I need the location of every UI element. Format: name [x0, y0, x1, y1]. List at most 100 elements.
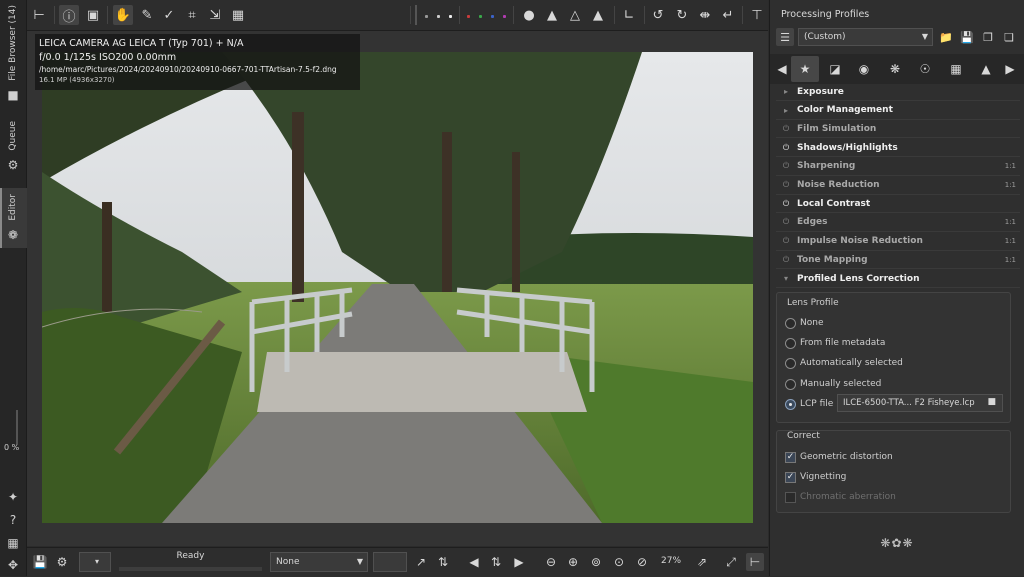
fullscreen-icon[interactable]: ✥ — [6, 558, 20, 572]
copy-profile-icon[interactable]: ❐ — [979, 28, 997, 46]
next-image-icon[interactable]: ▶ — [510, 553, 528, 571]
processing-profile-combo[interactable]: (Custom) ▼ — [798, 28, 933, 46]
clipped-highlights-icon[interactable]: ▲ — [588, 5, 608, 25]
geometric-distortion-checkbox[interactable]: ✓ — [785, 452, 796, 463]
clipped-shadows-icon[interactable]: △ — [565, 5, 585, 25]
paste-icon[interactable]: ⇅ — [434, 553, 452, 571]
previous-image-icon[interactable]: ◀ — [465, 553, 483, 571]
sync-icon[interactable]: ⇅ — [487, 553, 505, 571]
section-tone-mapping[interactable]: ⏻ Tone Mapping 1:1 — [776, 251, 1020, 270]
section-color-management[interactable]: ▸ Color Management — [776, 102, 1020, 120]
fullscreen-icon[interactable]: ⤢ — [722, 553, 740, 571]
tab-transform-icon[interactable]: ▦ — [942, 56, 970, 82]
straighten-icon[interactable]: ✓ — [159, 5, 179, 25]
folder-icon[interactable]: ■ — [6, 88, 20, 102]
dot-green-icon[interactable] — [479, 15, 482, 18]
chromatic-aberration-checkbox[interactable] — [785, 492, 796, 503]
flip-horizontal-icon[interactable]: ⇼ — [695, 5, 715, 25]
tab-queue[interactable]: Queue — [0, 116, 26, 156]
help-icon[interactable]: ? — [6, 513, 20, 527]
tab-advanced-icon[interactable]: ☉ — [911, 56, 939, 82]
tab-favorites-icon[interactable]: ★ — [791, 56, 819, 82]
dot-white-icon[interactable] — [437, 15, 440, 18]
color-picker-icon[interactable]: ✎ — [137, 5, 157, 25]
dot-gray-icon[interactable] — [425, 15, 428, 18]
radio-auto[interactable] — [785, 358, 796, 369]
expander-icon[interactable]: ▸ — [780, 87, 792, 96]
section-exposure[interactable]: ▸ Exposure — [776, 83, 1020, 101]
label-button[interactable] — [373, 552, 407, 572]
histogram-icon[interactable]: ∟ — [619, 5, 639, 25]
section-profiled-lens-correction[interactable]: ▾ Profiled Lens Correction — [776, 270, 1020, 288]
zoom-out-icon[interactable]: ⊖ — [542, 553, 560, 571]
rotate-left-icon[interactable]: ↺ — [648, 5, 668, 25]
tab-editor[interactable]: Editor ❁ — [0, 188, 28, 248]
power-icon[interactable]: ⏻ — [780, 124, 792, 134]
before-after-icon[interactable]: ▣ — [83, 5, 103, 25]
profile-combo[interactable]: None ▼ — [270, 552, 368, 572]
dot-magenta-icon[interactable] — [503, 15, 506, 18]
queue-add-icon[interactable]: ⚙ — [53, 553, 71, 571]
tabs-right-arrow-icon[interactable]: ▶ — [1002, 56, 1018, 82]
copy-profile-icon[interactable]: ↗ — [412, 553, 430, 571]
flip-vertical-icon[interactable]: ↵ — [718, 5, 738, 25]
photo-preview[interactable] — [42, 52, 753, 523]
info-icon[interactable]: ⓘ — [59, 5, 79, 25]
open-profile-icon[interactable]: 📁 — [937, 28, 955, 46]
tab-file-browser[interactable]: File Browser (14) — [0, 4, 26, 82]
tabs-left-arrow-icon[interactable]: ◀ — [774, 56, 790, 82]
save-icon[interactable]: 💾 — [31, 553, 49, 571]
color-picker-icon[interactable]: ✦ — [6, 490, 20, 504]
tab-raw-icon[interactable]: ▲ — [972, 56, 1000, 82]
power-icon[interactable]: ⏻ — [780, 143, 792, 153]
dot-blue-icon[interactable] — [491, 15, 494, 18]
power-icon[interactable]: ⏻ — [780, 161, 792, 171]
list-icon[interactable]: ☰ — [776, 28, 794, 46]
expander-icon[interactable]: ▸ — [780, 106, 792, 115]
focus-mask-icon[interactable]: ● — [519, 5, 539, 25]
top-panel-icon[interactable]: ⊢ — [29, 5, 49, 25]
section-noise-reduction[interactable]: ⏻ Noise Reduction 1:1 — [776, 177, 1020, 195]
power-icon[interactable]: ⏻ — [780, 236, 792, 246]
power-icon[interactable]: ⏻ — [780, 180, 792, 190]
perspective-icon[interactable]: ▦ — [228, 5, 248, 25]
vignetting-checkbox[interactable]: ✓ — [785, 472, 796, 483]
section-edges[interactable]: ⏻ Edges 1:1 — [776, 214, 1020, 232]
rotate-right-icon[interactable]: ↻ — [672, 5, 692, 25]
right-panel-toggle-icon[interactable]: ⊢ — [746, 553, 764, 571]
section-impulse-noise-reduction[interactable]: ⏻ Impulse Noise Reduction 1:1 — [776, 233, 1020, 251]
gears-icon[interactable]: ⚙ — [6, 158, 20, 172]
save-profile-icon[interactable]: 💾 — [958, 28, 976, 46]
processing-profile-value: (Custom) — [804, 32, 846, 42]
tab-details-icon[interactable]: ◉ — [850, 56, 878, 82]
section-local-contrast[interactable]: ⏻ Local Contrast — [776, 195, 1020, 214]
side-panel-icon[interactable]: ⊤ — [747, 5, 767, 25]
zoom-fit-icon[interactable]: ⊚ — [587, 553, 605, 571]
lcp-file-chooser[interactable]: ILCE-6500-TTA... F2 Fisheye.lcp ■ — [837, 394, 1003, 412]
hand-icon[interactable]: ✋ — [113, 5, 133, 25]
expander-icon[interactable]: ▾ — [780, 274, 792, 283]
bit-depth-icon[interactable]: ▦ — [6, 536, 20, 550]
zoom-crop-icon[interactable]: ⊘ — [633, 553, 651, 571]
power-icon[interactable]: ⏻ — [780, 255, 792, 265]
transform-icon[interactable]: ⇲ — [205, 5, 225, 25]
crop-icon[interactable]: ⌗ — [182, 5, 202, 25]
tab-exposure-icon[interactable]: ◪ — [821, 56, 849, 82]
tab-color-icon[interactable]: ❋ — [881, 56, 909, 82]
radio-file-metadata[interactable] — [785, 338, 796, 349]
section-film-simulation[interactable]: ⏻ Film Simulation — [776, 120, 1020, 139]
paste-profile-icon[interactable]: ❏ — [1000, 28, 1018, 46]
radio-lcp-file[interactable] — [785, 399, 796, 410]
radio-manual[interactable] — [785, 379, 796, 390]
clip-mask-icon[interactable]: ▲ — [542, 5, 562, 25]
section-sharpening[interactable]: ⏻ Sharpening 1:1 — [776, 158, 1020, 176]
dot-luminance-icon[interactable] — [449, 15, 452, 18]
zoom-in-icon[interactable]: ⊕ — [564, 553, 582, 571]
power-icon[interactable]: ⏻ — [780, 217, 792, 227]
section-shadows-highlights[interactable]: ⏻ Shadows/Highlights — [776, 139, 1020, 158]
power-icon[interactable]: ⏻ — [780, 199, 792, 209]
radio-none[interactable] — [785, 318, 796, 329]
dot-red-icon[interactable] — [467, 15, 470, 18]
zoom-100-icon[interactable]: ⊙ — [610, 553, 628, 571]
new-window-icon[interactable]: ⇗ — [693, 553, 711, 571]
